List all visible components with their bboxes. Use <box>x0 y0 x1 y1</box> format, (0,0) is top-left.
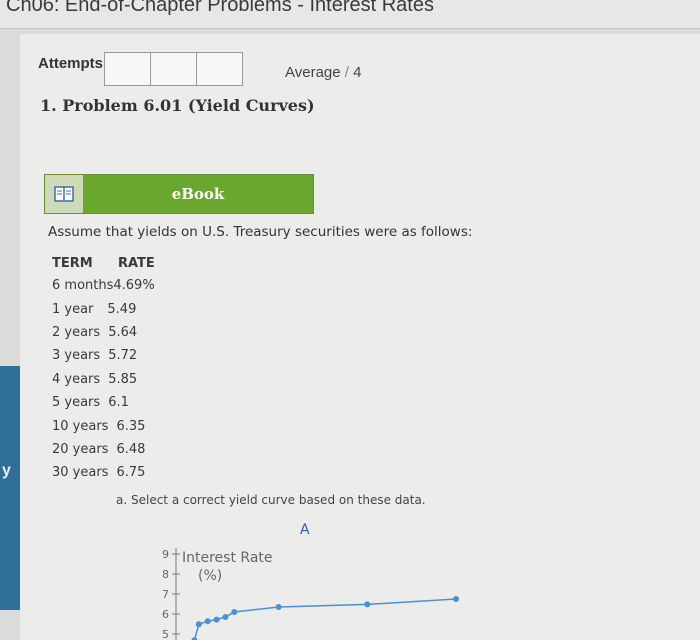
term-cell: 30 years <box>52 465 109 481</box>
data-point <box>453 596 459 602</box>
table-row: 3 years 5.72 <box>52 344 155 367</box>
problem-title: 1. Problem 6.01 (Yield Curves) <box>40 96 315 115</box>
data-point <box>213 616 220 623</box>
question-a: a. Select a correct yield curve based on… <box>116 493 426 507</box>
rate-cell: 4.69% <box>113 278 155 294</box>
data-point <box>222 614 229 620</box>
attempt-box <box>151 53 197 85</box>
header-rate: RATE <box>118 255 155 271</box>
average-value: 4 <box>353 64 362 81</box>
term-cell: 1 year <box>52 301 94 317</box>
rate-cell: 5.85 <box>108 371 138 387</box>
rate-cell: 6.75 <box>116 465 146 481</box>
term-cell: 3 years <box>52 348 101 364</box>
term-cell: 5 years <box>52 395 101 411</box>
rate-cell: 5.72 <box>108 348 138 364</box>
rate-cell: 5.64 <box>108 324 138 340</box>
data-point <box>195 621 202 628</box>
average-separator: / <box>344 64 354 81</box>
option-a-label[interactable]: A <box>300 522 310 538</box>
y-tick-label: 8 <box>162 568 169 581</box>
data-point <box>364 601 371 608</box>
title-bar: Ch06: End-of-Chapter Problems - Interest… <box>0 0 700 29</box>
rate-cell: 6.35 <box>116 418 146 434</box>
rate-cell: 6.48 <box>116 441 146 457</box>
table-row: 4 years 5.85 <box>52 368 155 391</box>
ebook-button[interactable]: eBook <box>44 174 314 214</box>
y-tick-label: 9 <box>162 548 169 561</box>
data-point <box>231 609 238 615</box>
data-point <box>275 604 282 610</box>
table-row: 2 years 5.64 <box>52 321 155 344</box>
table-row: 1 year 5.49 <box>52 297 155 320</box>
y-tick-label: 7 <box>162 588 169 601</box>
term-cell: 2 years <box>52 324 101 340</box>
average-score: Average / 4 <box>285 64 361 81</box>
ebook-label: eBook <box>83 175 313 213</box>
table-header: TERM RATE <box>52 252 155 274</box>
table-row: 6 months 4.69% <box>52 274 155 297</box>
y-tick-label: 5 <box>162 628 169 640</box>
attempts-label: Attempts <box>38 55 104 72</box>
data-point <box>204 618 211 625</box>
attempt-box <box>197 53 242 85</box>
page-title: Ch06: End-of-Chapter Problems - Interest… <box>6 0 434 16</box>
rate-cell: 5.49 <box>107 301 137 317</box>
series-line <box>193 598 457 640</box>
book-icon <box>45 175 83 213</box>
chart-svg: 9 8 7 6 5 Interest Rate (%) <box>162 548 459 640</box>
term-cell: 20 years <box>52 441 109 457</box>
table-row: 30 years 6.75 <box>52 461 155 484</box>
term-cell: 6 months <box>52 278 114 294</box>
side-nav-letter: y <box>2 462 11 479</box>
y-tick-label: 6 <box>162 608 169 621</box>
header-term: TERM <box>52 255 93 271</box>
rate-cell: 6.1 <box>108 395 129 411</box>
attempt-box <box>105 53 151 85</box>
term-cell: 10 years <box>52 418 109 434</box>
y-axis-label: Interest Rate <box>182 550 273 566</box>
side-nav-strip[interactable] <box>0 366 20 610</box>
problem-intro: Assume that yields on U.S. Treasury secu… <box>48 224 473 240</box>
table-row: 20 years 6.48 <box>52 438 155 461</box>
table-row: 10 years 6.35 <box>52 414 155 437</box>
attempts-indicator <box>104 52 243 86</box>
yield-curve-chart[interactable]: 9 8 7 6 5 Interest Rate (%) <box>140 538 470 640</box>
table-row: 5 years 6.1 <box>52 391 155 414</box>
yield-table: TERM RATE 6 months 4.69% 1 year 5.49 2 yea… <box>52 252 155 485</box>
average-label: Average <box>285 64 341 81</box>
y-axis-label-unit: (%) <box>198 568 222 584</box>
term-cell: 4 years <box>52 371 101 387</box>
